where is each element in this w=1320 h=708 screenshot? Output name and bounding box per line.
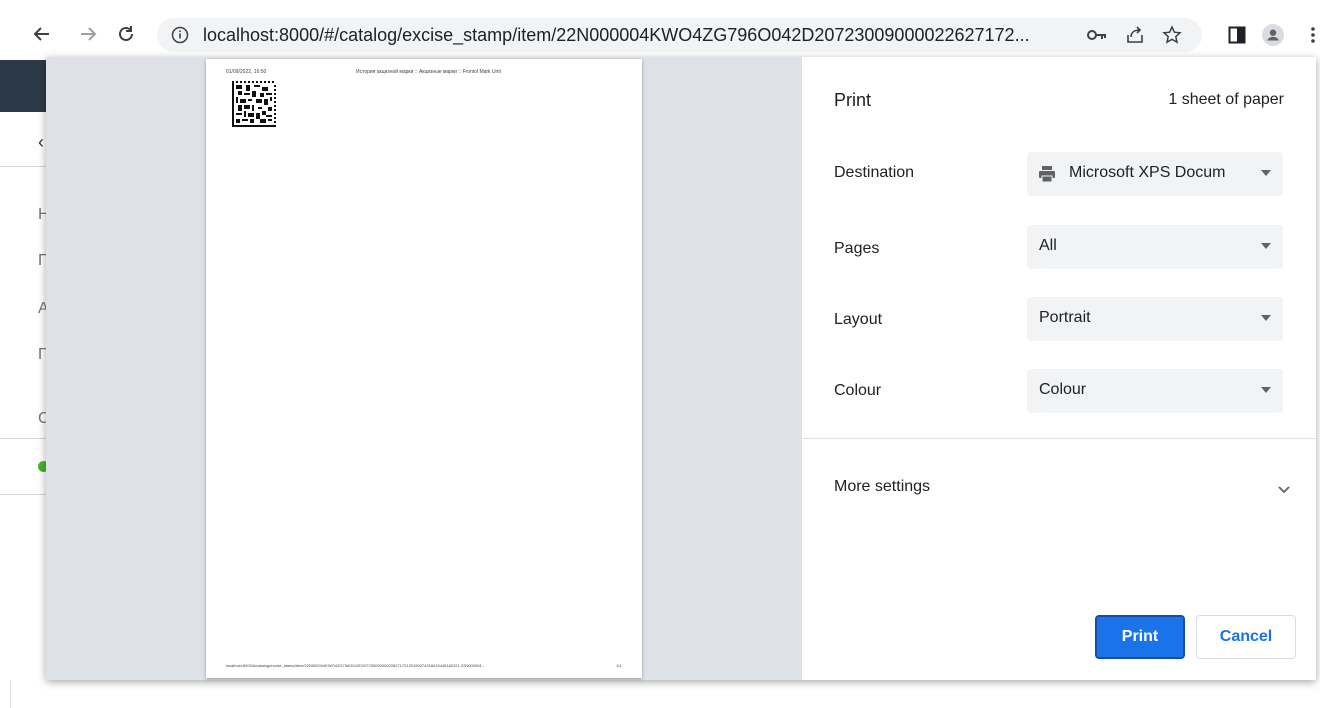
forward-arrow-icon	[81, 27, 97, 41]
print-preview-area: 01/09/2022, 16:50 История акцизной марки…	[46, 57, 802, 680]
dropdown-caret-icon	[1261, 387, 1271, 393]
print-button[interactable]: Print	[1095, 615, 1185, 659]
side-panel-icon[interactable]	[1226, 24, 1248, 46]
print-settings-panel: Print 1 sheet of paper Destination Micro…	[802, 57, 1316, 680]
preview-header-date: 01/09/2022, 16:50	[226, 69, 267, 75]
menu-icon[interactable]	[1306, 24, 1320, 46]
destination-value: Microsoft XPS Docum	[1069, 164, 1226, 181]
preview-footer-page: 1/1	[616, 663, 622, 668]
sheet-count: 1 sheet of paper	[1168, 91, 1284, 108]
info-icon[interactable]	[171, 26, 189, 44]
dropdown-caret-icon	[1261, 315, 1271, 321]
layout-value: Portrait	[1039, 309, 1091, 326]
underlying-divider	[0, 166, 46, 167]
reload-icon	[119, 26, 133, 41]
back-arrow-icon	[33, 27, 49, 41]
browser-toolbar: localhost:8000/#/catalog/excise_stamp/it…	[0, 0, 1320, 60]
preview-header-title: История акцизной марки :: Акцизные марки…	[356, 69, 501, 75]
printer-icon	[1039, 166, 1055, 183]
colour-value: Colour	[1039, 381, 1087, 398]
profile-avatar-icon[interactable]	[1262, 24, 1284, 46]
url-text: localhost:8000/#/catalog/excise_stamp/it…	[203, 25, 1030, 45]
underlying-divider	[0, 438, 46, 439]
back-button[interactable]	[30, 22, 54, 46]
address-bar[interactable]: localhost:8000/#/catalog/excise_stamp/it…	[157, 18, 1202, 52]
layout-select[interactable]: Portrait	[1027, 297, 1283, 341]
layout-label: Layout	[834, 311, 883, 328]
destination-select[interactable]: Microsoft XPS Docum	[1027, 152, 1283, 196]
dropdown-caret-icon	[1261, 243, 1271, 249]
chevron-down-icon[interactable]	[1276, 481, 1292, 497]
pages-label: Pages	[834, 240, 880, 257]
forward-button[interactable]	[76, 22, 100, 46]
colour-label: Colour	[834, 382, 882, 399]
destination-label: Destination	[834, 164, 915, 181]
colour-select[interactable]: Colour	[1027, 369, 1283, 413]
underlying-back-chevron: ‹	[38, 132, 44, 152]
print-dialog: 01/09/2022, 16:50 История акцизной марки…	[46, 57, 1316, 680]
more-settings-toggle[interactable]: More settings	[834, 478, 930, 496]
pages-value: All	[1039, 237, 1057, 254]
reload-button[interactable]	[114, 22, 138, 46]
panel-divider	[802, 438, 1316, 439]
cancel-button[interactable]: Cancel	[1196, 615, 1296, 659]
share-icon[interactable]	[1124, 24, 1146, 46]
pages-select[interactable]: All	[1027, 225, 1283, 269]
underlying-border	[10, 680, 11, 708]
print-title: Print	[834, 90, 872, 110]
preview-footer-url: localhost:8000/#/catalog/excise_stamp/it…	[226, 663, 485, 668]
underlying-page-header	[0, 60, 46, 112]
dropdown-caret-icon	[1261, 170, 1271, 176]
underlying-divider	[0, 494, 46, 495]
password-key-icon[interactable]	[1086, 24, 1108, 46]
preview-sheet: 01/09/2022, 16:50 История акцизной марки…	[206, 59, 642, 678]
bookmark-star-icon[interactable]	[1161, 24, 1183, 46]
datamatrix-code-image	[232, 81, 276, 127]
